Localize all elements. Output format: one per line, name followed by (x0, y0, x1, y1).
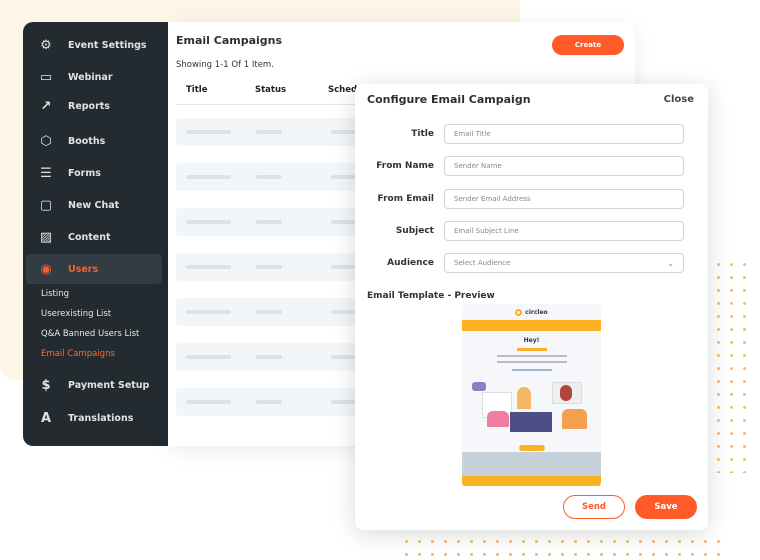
gear-icon: ⚙ (40, 37, 52, 53)
sidebar-item-reports[interactable]: ↗ Reports (26, 91, 162, 121)
sidebar-item-label: Payment Setup (68, 379, 150, 391)
table-row-placeholder (176, 388, 366, 416)
placeholder: Sender Name (454, 162, 502, 171)
decor-dots (400, 535, 730, 557)
chat-icon: ▢ (39, 197, 53, 213)
table-row-placeholder (176, 163, 366, 191)
translate-icon: A (40, 410, 52, 426)
sidebar-item-translations[interactable]: A Translations (26, 403, 162, 433)
user-circle-icon: ◉ (40, 261, 52, 277)
sidebar-item-users[interactable]: ◉ Users (26, 254, 162, 284)
page-title: Email Campaigns (176, 34, 283, 47)
template-label: Email Template - Preview (367, 291, 495, 301)
sidebar-subitem[interactable]: Email Campaigns (41, 349, 115, 359)
sidebar-item-payment-setup[interactable]: $ Payment Setup (26, 370, 162, 400)
subject-input[interactable]: Email Subject Line (444, 220, 684, 241)
sidebar-item-label: Translations (68, 412, 134, 424)
chevron-down-icon: ⌄ (667, 258, 674, 268)
item-count: Showing 1-1 Of 1 Item. (176, 60, 274, 70)
sidebar-subitem[interactable]: Listing (41, 289, 69, 299)
from-name-input[interactable]: Sender Name (444, 156, 684, 177)
email-template-preview: circleo Hey! (462, 304, 601, 486)
close-button[interactable]: Close (664, 94, 694, 105)
create-button[interactable]: Create (552, 35, 624, 55)
table-row-placeholder (176, 118, 366, 146)
field-label: From Name (376, 161, 434, 172)
col-title: Title (186, 85, 208, 95)
monitor-icon: ▭ (39, 69, 53, 85)
sidebar-item-forms[interactable]: ☰ Forms (26, 158, 162, 188)
field-label: From Email (377, 193, 434, 204)
field-label: Subject (395, 225, 434, 236)
sidebar-subitem[interactable]: Userexisting List (41, 309, 111, 319)
sidebar-subitem[interactable]: Q&A Banned Users List (41, 329, 139, 339)
placeholder: Email Subject Line (454, 226, 519, 235)
preview-illustration (462, 377, 601, 439)
forms-icon: ☰ (40, 165, 52, 181)
modal-title: Configure Email Campaign (367, 93, 531, 106)
sidebar-item-label: Reports (68, 100, 110, 112)
preview-greeting: Hey! (523, 337, 540, 344)
decor-dots (712, 258, 752, 473)
sidebar-item-new-chat[interactable]: ▢ New Chat (26, 190, 162, 220)
divider (176, 104, 366, 105)
table-row-placeholder (176, 298, 366, 326)
table-row-placeholder (176, 343, 366, 371)
sidebar-item-label: Webinar (68, 71, 113, 83)
sidebar-item-label: New Chat (68, 199, 120, 211)
from-email-input[interactable]: Sender Email Address (444, 188, 684, 209)
sidebar-item-content[interactable]: ▨ Content (26, 222, 162, 252)
image-icon: ▨ (39, 229, 53, 245)
sidebar-item-label: Content (68, 231, 111, 243)
table-row-placeholder (176, 253, 366, 281)
table-row-placeholder (176, 208, 366, 236)
field-label: Audience (387, 258, 434, 269)
sidebar-item-label: Forms (68, 167, 101, 179)
sidebar-item-event-settings[interactable]: ⚙ Event Settings (26, 30, 162, 60)
configure-campaign-modal: Configure Email Campaign Close Title Emai… (355, 84, 708, 530)
sidebar-item-booths[interactable]: ⬡ Booths (26, 126, 162, 156)
preview-logo: circleo (525, 308, 548, 316)
sidebar-item-label: Booths (68, 135, 106, 147)
send-button[interactable]: Send (563, 495, 625, 519)
placeholder: Select Audience (454, 259, 511, 268)
col-status: Status (255, 85, 287, 95)
title-input[interactable]: Email Title (444, 124, 684, 144)
cube-icon: ⬡ (40, 133, 52, 149)
save-button[interactable]: Save (635, 495, 697, 519)
field-label: Title (411, 129, 434, 139)
placeholder: Sender Email Address (454, 194, 531, 203)
sidebar-item-label: Users (68, 263, 99, 275)
dollar-icon: $ (41, 377, 51, 393)
chart-icon: ↗ (40, 98, 52, 114)
sidebar-item-label: Event Settings (68, 39, 147, 51)
sidebar-item-webinar[interactable]: ▭ Webinar (26, 62, 162, 92)
sidebar: ⚙ Event Settings ▭ Webinar ↗ Reports ⬡ Booths ☰ F… (23, 22, 168, 446)
audience-select[interactable]: Select Audience ⌄ (444, 253, 684, 274)
placeholder: Email Title (454, 130, 491, 138)
